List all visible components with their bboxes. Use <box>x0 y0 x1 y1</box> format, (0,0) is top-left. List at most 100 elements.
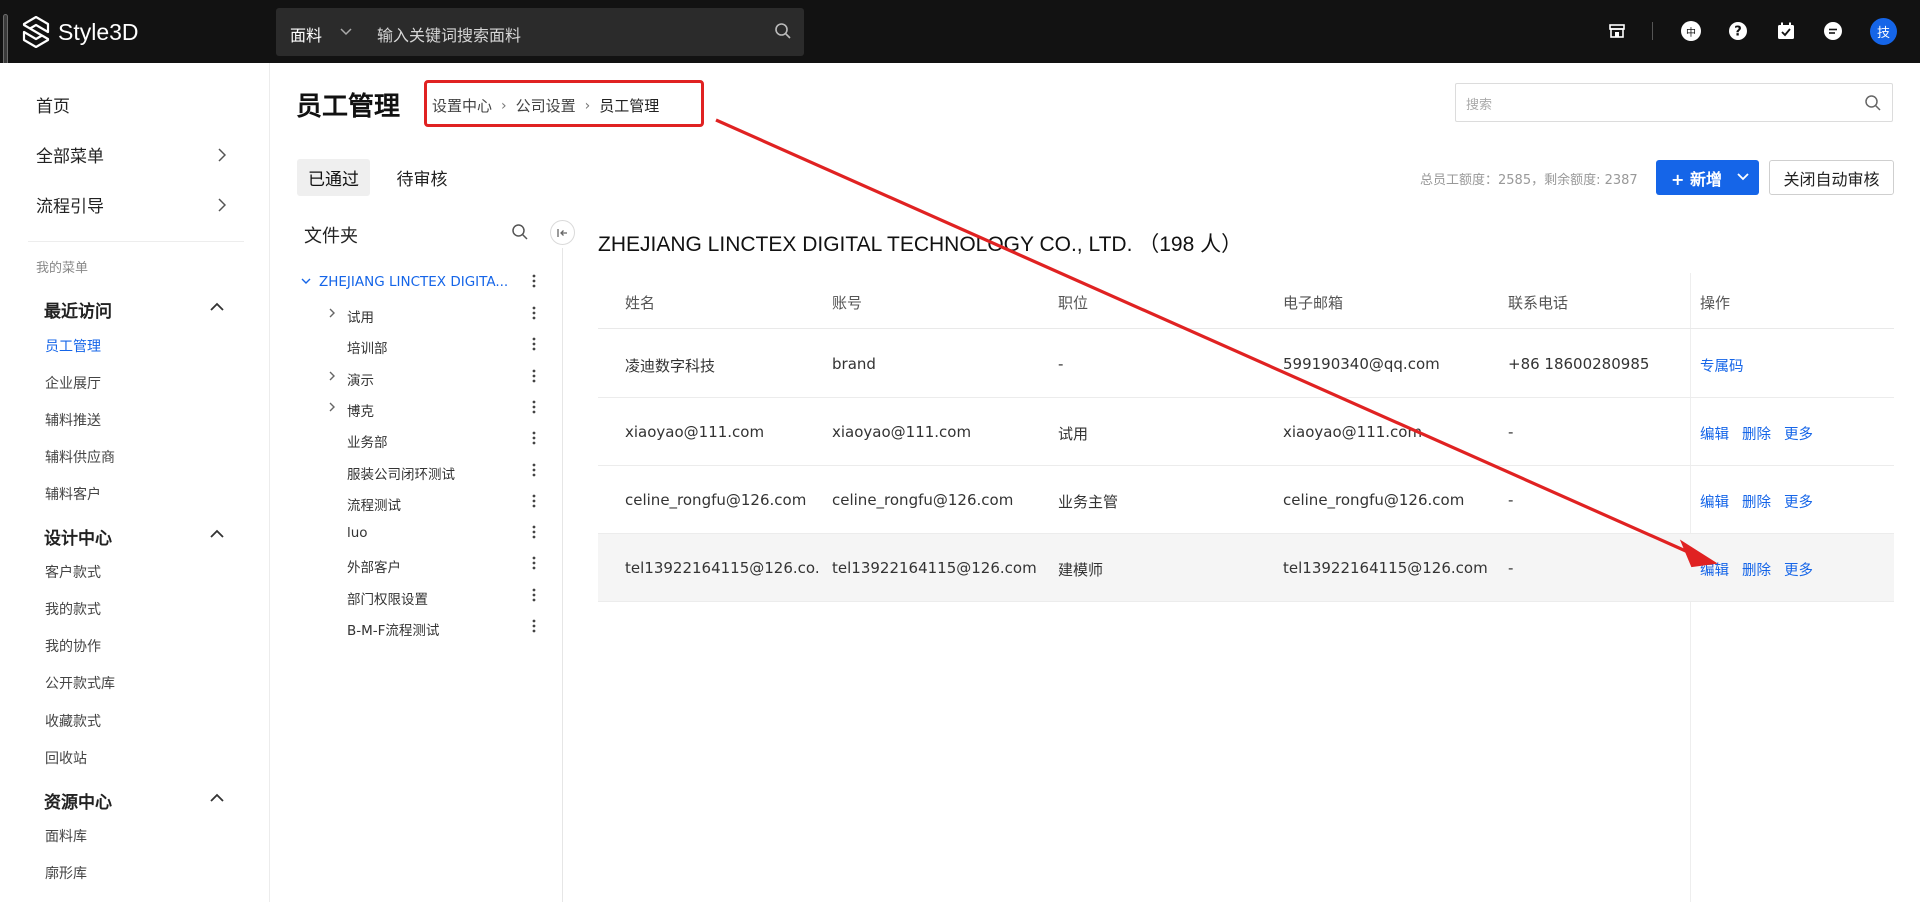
style3d-logo-icon <box>22 16 50 48</box>
tree-node[interactable]: 试用 <box>300 303 536 327</box>
breadcrumb-settings-center[interactable]: 设置中心 <box>432 95 492 116</box>
breadcrumb-company-settings[interactable]: 公司设置 <box>516 95 576 116</box>
app-logo[interactable]: Style3D <box>22 14 139 50</box>
column-header-phone: 联系电话 <box>1508 294 1569 312</box>
sidebar-item-all-menus[interactable]: 全部菜单 <box>36 142 104 167</box>
tree-node[interactable]: B-M-F流程测试 <box>300 616 536 640</box>
search-icon[interactable] <box>511 223 529 241</box>
tree-node[interactable]: 外部客户 <box>300 553 536 577</box>
caret-right-icon[interactable] <box>327 370 337 382</box>
search-icon[interactable] <box>774 22 792 40</box>
more-vertical-icon[interactable] <box>532 273 536 289</box>
sidebar-group-resources[interactable]: 资源中心 <box>44 788 112 813</box>
tree-node[interactable]: 博克 <box>300 397 536 421</box>
sidebar-item-recycle-bin[interactable]: 回收站 <box>45 748 87 768</box>
more-vertical-icon[interactable] <box>532 305 536 321</box>
search-category-select[interactable]: 面料 <box>290 22 322 46</box>
employee-search[interactable]: 搜索 <box>1455 83 1893 122</box>
sidebar-item-favorites[interactable]: 收藏款式 <box>45 711 101 731</box>
cell-position: 试用 <box>1058 425 1089 443</box>
edit-link[interactable]: 编辑 <box>1700 423 1729 444</box>
chevron-down-icon <box>1737 173 1749 181</box>
delete-link[interactable]: 删除 <box>1742 491 1771 512</box>
user-avatar[interactable]: 技 <box>1870 18 1897 45</box>
more-vertical-icon[interactable] <box>532 493 536 509</box>
delete-link[interactable]: 删除 <box>1742 423 1771 444</box>
more-link[interactable]: 更多 <box>1784 491 1813 512</box>
caret-right-icon[interactable] <box>327 307 337 319</box>
sidebar-item-silhouette-lib[interactable]: 廓形库 <box>45 863 87 883</box>
more-link[interactable]: 更多 <box>1784 559 1813 580</box>
breadcrumb-current: 员工管理 <box>599 97 660 115</box>
chevron-right-icon <box>218 148 226 162</box>
tree-node[interactable]: 业务部 <box>300 428 536 452</box>
sidebar-group-design[interactable]: 设计中心 <box>44 524 112 549</box>
sidebar-item-showroom[interactable]: 企业展厅 <box>45 373 101 393</box>
caret-right-icon[interactable] <box>327 401 337 413</box>
tab-approved[interactable]: 已通过 <box>297 159 370 196</box>
sidebar-item-trim-push[interactable]: 辅料推送 <box>45 410 101 430</box>
sidebar-item-flow-guide[interactable]: 流程引导 <box>36 192 104 217</box>
disable-auto-review-button[interactable]: 关闭自动审核 <box>1769 160 1894 195</box>
cell-name: 凌迪数字科技 <box>625 357 716 375</box>
sidebar-item-customer-styles[interactable]: 客户款式 <box>45 562 101 582</box>
message-icon[interactable] <box>1823 21 1843 41</box>
chevron-down-icon <box>340 28 352 36</box>
more-link[interactable]: 更多 <box>1784 423 1813 444</box>
sidebar-item-my-styles[interactable]: 我的款式 <box>45 599 101 619</box>
more-vertical-icon[interactable] <box>532 399 536 415</box>
sidebar-group-recent[interactable]: 最近访问 <box>44 297 112 322</box>
language-icon[interactable]: 中 <box>1681 21 1701 41</box>
tasks-icon[interactable] <box>1776 21 1796 41</box>
tab-pending[interactable]: 待审核 <box>392 159 452 196</box>
more-vertical-icon[interactable] <box>532 430 536 446</box>
tree-node[interactable]: 部门权限设置 <box>300 585 536 609</box>
chevron-right-icon <box>218 198 226 212</box>
more-vertical-icon[interactable] <box>532 368 536 384</box>
cell-name: xiaoyao@111.com <box>625 423 765 441</box>
cell-phone: - <box>1508 559 1514 577</box>
search-input[interactable]: 输入关键词搜索面料 <box>377 22 521 46</box>
sidebar-item-fabric-lib[interactable]: 面料库 <box>45 826 87 846</box>
global-search[interactable]: 面料 输入关键词搜索面料 <box>276 8 804 56</box>
edit-link[interactable]: 编辑 <box>1700 559 1729 580</box>
tree-node[interactable]: 培训部 <box>300 334 536 358</box>
more-vertical-icon[interactable] <box>532 524 536 540</box>
tree-node[interactable]: luo <box>300 522 536 546</box>
more-vertical-icon[interactable] <box>532 462 536 478</box>
tree-root-node[interactable]: ZHEJIANG LINCTEX DIGITA... <box>300 271 536 295</box>
tree-node[interactable]: 服装公司闭环测试 <box>300 460 536 484</box>
delete-link[interactable]: 删除 <box>1742 559 1771 580</box>
employee-search-input[interactable]: 搜索 <box>1466 94 1492 113</box>
more-vertical-icon[interactable] <box>532 618 536 634</box>
chevron-up-icon[interactable] <box>210 302 224 312</box>
add-button[interactable]: + 新增 <box>1656 160 1759 195</box>
panel-divider <box>562 248 563 902</box>
edit-link[interactable]: 编辑 <box>1700 491 1729 512</box>
collapse-panel-button[interactable] <box>550 220 575 245</box>
tree-node-label: luo <box>347 525 368 541</box>
sidebar-item-trim-supplier[interactable]: 辅料供应商 <box>45 447 115 467</box>
search-icon[interactable] <box>1864 94 1882 112</box>
sidebar-item-home[interactable]: 首页 <box>36 92 70 117</box>
sidebar-item-employee-mgmt[interactable]: 员工管理 <box>45 336 101 356</box>
sidebar-item-my-collab[interactable]: 我的协作 <box>45 636 101 656</box>
exclusive-code-link[interactable]: 专属码 <box>1700 355 1744 376</box>
tree-node[interactable]: 流程测试 <box>300 491 536 515</box>
tree-node-label: 业务部 <box>347 435 388 451</box>
chevron-up-icon[interactable] <box>210 529 224 539</box>
chevron-up-icon[interactable] <box>210 793 224 803</box>
store-icon[interactable] <box>1607 21 1627 41</box>
caret-down-icon[interactable] <box>301 275 311 287</box>
column-header-actions: 操作 <box>1700 294 1731 312</box>
more-vertical-icon[interactable] <box>532 587 536 603</box>
tree-node[interactable]: 演示 <box>300 366 536 390</box>
table-row: celine_rongfu@126.com celine_rongfu@126.c… <box>598 466 1894 534</box>
cell-email: celine_rongfu@126.com <box>1283 491 1465 509</box>
help-icon[interactable]: ? <box>1728 21 1748 41</box>
sidebar-item-trim-customer[interactable]: 辅料客户 <box>45 484 101 504</box>
sidebar-item-public-styles[interactable]: 公开款式库 <box>45 673 115 693</box>
cell-account: tel13922164115@126.com <box>832 559 1037 577</box>
more-vertical-icon[interactable] <box>532 555 536 571</box>
more-vertical-icon[interactable] <box>532 336 536 352</box>
